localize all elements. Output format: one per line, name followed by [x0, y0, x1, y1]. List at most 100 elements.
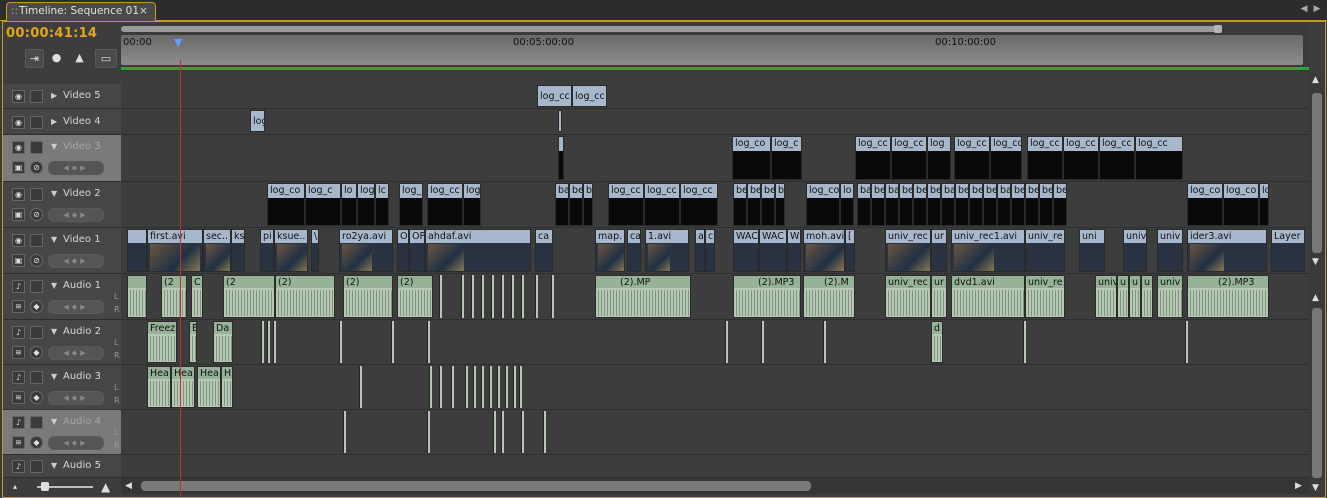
clip[interactable]: WAC	[733, 229, 759, 272]
clip[interactable]	[519, 366, 522, 408]
scroll-left-icon[interactable]: ◀	[125, 481, 132, 491]
clip[interactable]	[439, 366, 442, 408]
clip[interactable]: be	[1039, 183, 1053, 226]
clip[interactable]: univ_rec	[885, 275, 931, 318]
clip[interactable]: lo	[1259, 183, 1269, 226]
set-encore-marker-icon[interactable]: ●	[48, 49, 65, 66]
clip[interactable]: moh.avi	[803, 229, 845, 272]
clip[interactable]	[339, 321, 342, 363]
clip[interactable]: d	[931, 321, 943, 363]
clip[interactable]: sec..	[203, 229, 231, 272]
scroll-right-icon[interactable]: ▶	[1295, 481, 1302, 491]
clip[interactable]: log_cc	[644, 183, 680, 226]
clip[interactable]	[427, 321, 430, 363]
collapse-triangle-icon[interactable]: ▼	[51, 372, 57, 381]
clip[interactable]: ba	[941, 183, 955, 226]
clip[interactable]	[471, 275, 474, 318]
waveform-display-icon[interactable]: ≋	[12, 346, 25, 359]
lock-icon[interactable]	[30, 141, 43, 154]
clip[interactable]: ur	[931, 275, 947, 318]
expand-triangle-icon[interactable]: ▶	[51, 117, 57, 126]
clip[interactable]: C	[191, 275, 203, 318]
keyframe-toggle-icon[interactable]: ◆	[30, 300, 43, 313]
clip[interactable]	[761, 321, 764, 363]
clip[interactable]	[497, 366, 500, 408]
clip[interactable]	[127, 275, 147, 318]
clip[interactable]	[513, 366, 516, 408]
clip[interactable]: be	[969, 183, 983, 226]
speaker-icon[interactable]: ♪	[12, 326, 25, 339]
clip[interactable]: Freez	[147, 321, 177, 363]
clip[interactable]: ba	[885, 183, 899, 226]
clip[interactable]: ca	[535, 229, 553, 272]
keyframe-toggle-icon[interactable]: ⊘	[30, 208, 43, 221]
clip[interactable]: (2).MP3	[733, 275, 801, 318]
clip[interactable]	[343, 411, 346, 453]
clip[interactable]: log_cc	[1027, 136, 1063, 180]
clip[interactable]	[127, 229, 147, 272]
keyframe-toggle-icon[interactable]: ◆	[30, 436, 43, 449]
clip[interactable]: log_cc	[855, 136, 891, 180]
clip[interactable]: log_cc	[537, 85, 572, 107]
clip[interactable]: ba	[997, 183, 1011, 226]
clip[interactable]: univ_re	[1025, 229, 1065, 272]
clip[interactable]: H	[221, 366, 233, 408]
clip[interactable]	[465, 366, 468, 408]
clip[interactable]: be	[983, 183, 997, 226]
clip[interactable]	[551, 275, 554, 318]
clip[interactable]: (2)	[397, 275, 433, 318]
waveform-display-icon[interactable]: ≋	[12, 300, 25, 313]
clip[interactable]: first.avi	[147, 229, 203, 272]
keyframe-toggle-icon[interactable]: ◆	[30, 391, 43, 404]
clip[interactable]: lc	[375, 183, 389, 226]
lock-icon[interactable]	[30, 460, 43, 473]
horizontal-scroll-thumb[interactable]	[141, 481, 811, 491]
clip[interactable]: c	[705, 229, 715, 272]
eye-icon[interactable]: ◉	[12, 234, 25, 247]
clip[interactable]	[493, 411, 496, 453]
tab-close-icon[interactable]: ×	[139, 3, 148, 20]
clip[interactable]	[511, 275, 514, 318]
clip[interactable]: (2	[161, 275, 187, 318]
clip[interactable]	[473, 366, 476, 408]
clip[interactable]: log_co	[1223, 183, 1259, 226]
clip[interactable]: Da	[213, 321, 233, 363]
clip[interactable]: log_cc	[1135, 136, 1183, 180]
clip[interactable]: univ_re	[1025, 275, 1065, 318]
clip[interactable]: log	[463, 183, 481, 226]
collapse-triangle-icon[interactable]: ▼	[51, 327, 57, 336]
clip[interactable]: Hea	[171, 366, 195, 408]
track-audio2[interactable]: Freez E Da d	[121, 320, 1309, 365]
clip[interactable]	[501, 275, 504, 318]
keyframe-navigator[interactable]: ◀◆▶	[48, 161, 104, 175]
clip[interactable]: (2).MP3	[1187, 275, 1269, 318]
track-video2[interactable]: log_co log_c lo log lc log_ log_cc log b…	[121, 182, 1309, 228]
keyframe-navigator[interactable]: ◀◆▶	[48, 208, 104, 222]
speaker-icon[interactable]: ♪	[12, 460, 25, 473]
collapse-triangle-icon[interactable]: ▼	[51, 142, 57, 151]
scroll-up-icon[interactable]: ▲	[1312, 293, 1319, 303]
clip[interactable]: \	[311, 229, 319, 272]
clip[interactable]: log_cc	[954, 136, 990, 180]
clip[interactable]	[481, 275, 484, 318]
clip[interactable]: log_cc	[427, 183, 463, 226]
speaker-icon[interactable]: ♪	[12, 416, 25, 429]
panel-menu-right-icon[interactable]: ▶	[1311, 3, 1323, 15]
timeline-zoom-slider[interactable]: ▴ ▲	[7, 480, 117, 494]
time-ruler[interactable]: 00:00 00:05:00:00 00:10:00:00	[121, 25, 1309, 73]
clip[interactable]: be	[569, 183, 583, 226]
keyframe-toggle-icon[interactable]: ⊘	[30, 161, 43, 174]
clip[interactable]	[558, 110, 562, 132]
waveform-display-icon[interactable]: ≋	[12, 436, 25, 449]
clip[interactable]	[543, 411, 546, 453]
lock-icon[interactable]	[30, 116, 43, 129]
clip[interactable]: ur	[931, 229, 947, 272]
lock-icon[interactable]	[30, 90, 43, 103]
track-audio1[interactable]: (2 C (2 (2) (2) (2) (2).MP (2).MP3 (2).M…	[121, 274, 1309, 320]
clip[interactable]: log	[357, 183, 375, 226]
ruler-ticks[interactable]	[121, 35, 1303, 65]
clip[interactable]: univ	[1095, 275, 1117, 318]
clip[interactable]: log_cc	[1099, 136, 1135, 180]
clip[interactable]: ksue..	[274, 229, 308, 272]
clip[interactable]: univ_rec1.avi	[951, 229, 1025, 272]
